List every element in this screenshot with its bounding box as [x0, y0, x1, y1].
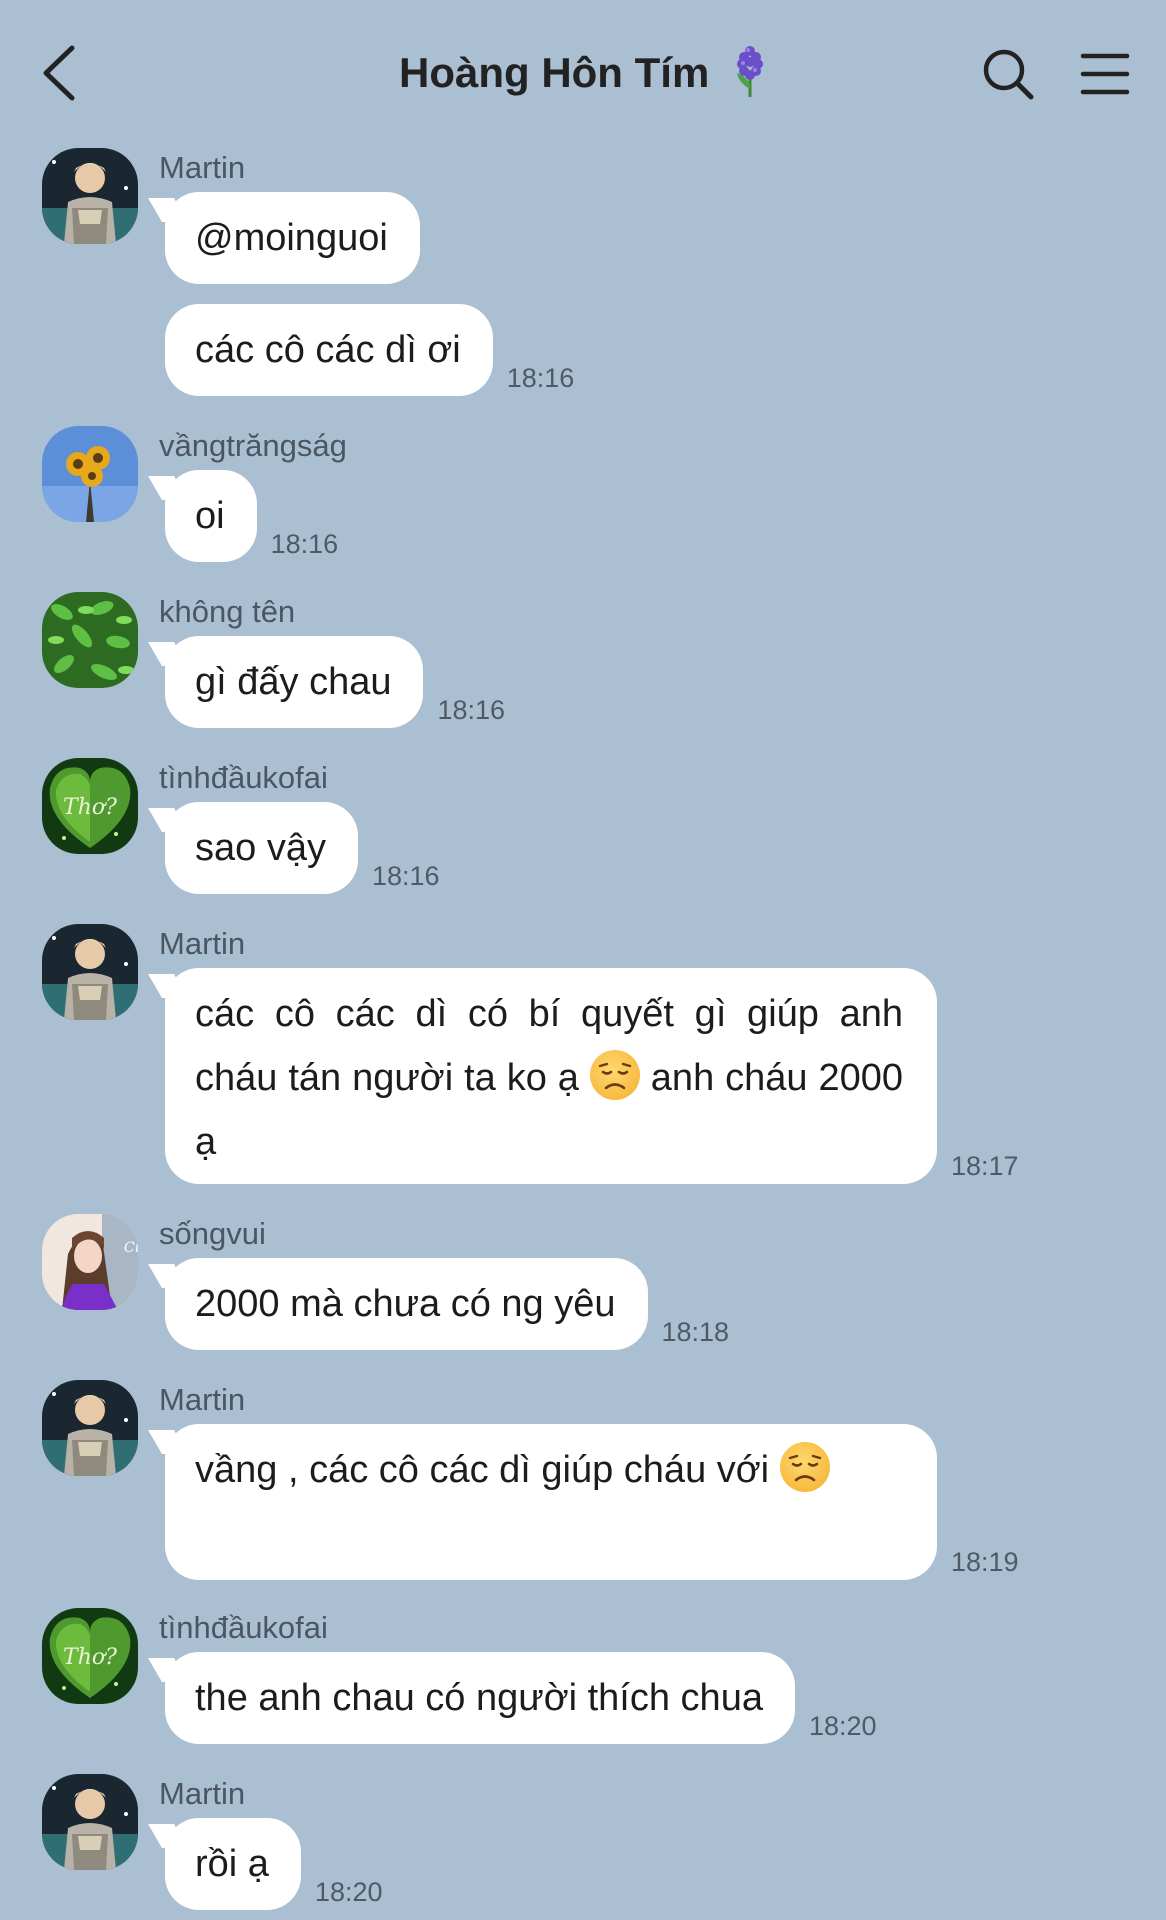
sender-name: vầngtrăngság	[159, 428, 347, 463]
sender-name: không tên	[159, 594, 296, 629]
sender-name: tìnhđầukofai	[159, 1610, 328, 1645]
avatar-green-heart[interactable]	[42, 758, 138, 854]
search-icon	[983, 49, 1034, 100]
menu-button[interactable]	[1080, 52, 1130, 96]
message-row: vầng , các cô các dì giúp cháu với 18:19	[165, 1424, 1019, 1580]
message-bubble[interactable]: 2000 mà chưa có ng yêu	[165, 1258, 648, 1350]
avatar-girl[interactable]	[42, 1214, 138, 1310]
message-bubble[interactable]: the anh chau có người thích chua	[165, 1652, 795, 1744]
message-row: rồi ạ 18:20	[165, 1818, 383, 1910]
message-time: 18:18	[661, 1317, 730, 1347]
message-row: sao vậy 18:16	[165, 802, 440, 894]
message-time: 18:20	[808, 1711, 877, 1741]
message-bubble[interactable]: vầng , các cô các dì giúp cháu với	[165, 1424, 937, 1580]
message-time: 18:17	[951, 1151, 1019, 1181]
chat-header: Hoàng Hôn Tím	[0, 0, 1166, 140]
sender-name: Martin	[159, 1382, 246, 1417]
message-row: the anh chau có người thích chua 18:20	[165, 1652, 877, 1744]
message-bubble[interactable]: sao vậy	[165, 802, 358, 894]
disappointed-face-emoji	[779, 1442, 830, 1492]
message-time: 18:16	[371, 861, 440, 891]
search-button[interactable]	[982, 48, 1034, 100]
message-bubble[interactable]: các cô các dì có bí quyết gì giúp anh ch…	[165, 968, 937, 1184]
message-time: 18:20	[314, 1877, 383, 1907]
sender-name: Martin	[159, 150, 246, 185]
avatar-green-heart[interactable]	[42, 1608, 138, 1704]
avatar-martin[interactable]	[42, 924, 138, 1020]
message-bubble[interactable]: các cô các dì ơi	[165, 304, 493, 396]
message-time: 18:19	[951, 1547, 1019, 1577]
avatar-martin[interactable]	[42, 148, 138, 244]
sender-name: tìnhđầukofai	[159, 760, 328, 795]
chat-title-text: Hoàng Hôn Tím	[399, 49, 710, 97]
message-bubble[interactable]: gì đấy chau	[165, 636, 424, 728]
avatar-green-leaves[interactable]	[42, 592, 138, 688]
sender-name: Martin	[159, 926, 246, 961]
sender-name: sốngvui	[159, 1216, 266, 1251]
menu-icon	[1080, 53, 1130, 95]
message-time: 18:16	[270, 529, 339, 559]
message-row: gì đấy chau 18:16	[165, 636, 505, 728]
message-bubble[interactable]: @moinguoi	[165, 192, 420, 284]
disappointed-face-emoji	[589, 1050, 640, 1100]
message-row: các cô các dì ơi 18:16	[165, 304, 574, 396]
message-row: @moinguoi	[165, 192, 420, 284]
avatar-martin[interactable]	[42, 1380, 138, 1476]
message-time: 18:16	[437, 695, 506, 725]
message-row: oi 18:16	[165, 470, 338, 562]
hyacinth-flower-icon	[733, 45, 767, 107]
avatar-martin[interactable]	[42, 1774, 138, 1870]
message-time: 18:16	[506, 363, 575, 393]
message-row: 2000 mà chưa có ng yêu 18:18	[165, 1258, 729, 1350]
avatar-sunflower[interactable]	[42, 426, 138, 522]
message-bubble[interactable]: rồi ạ	[165, 1818, 301, 1910]
sender-name: Martin	[159, 1776, 246, 1811]
message-row: các cô các dì có bí quyết gì giúp anh ch…	[165, 968, 1019, 1184]
message-bubble[interactable]: oi	[165, 470, 257, 562]
message-text: vầng , các cô các dì giúp cháu với	[195, 1449, 770, 1491]
